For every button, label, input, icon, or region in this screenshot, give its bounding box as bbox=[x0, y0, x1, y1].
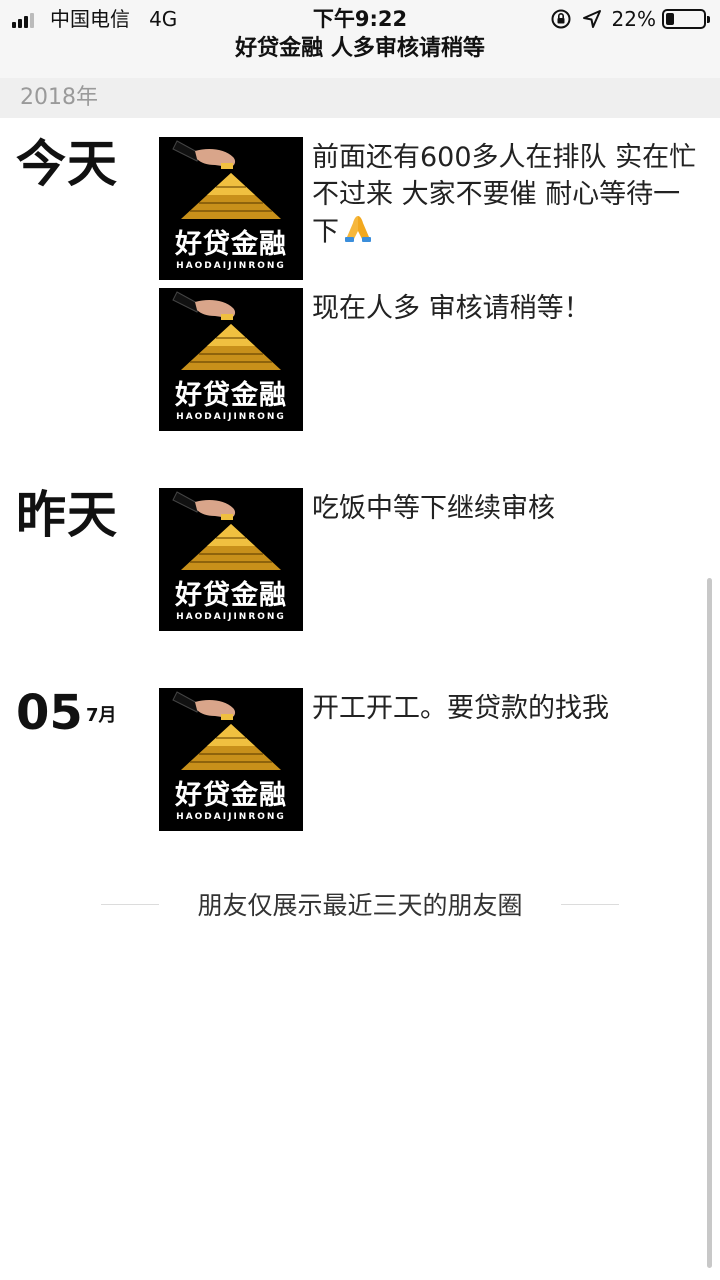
logo-cn-text: 好贷金融 bbox=[175, 229, 287, 260]
praying-hands-icon bbox=[341, 213, 375, 253]
divider-line-right bbox=[561, 904, 619, 905]
year-label: 2018年 bbox=[20, 85, 98, 110]
moments-feed: 今天 好贷金融 HAODAIJINRONG 前面还有600多人在排队 实在忙不过… bbox=[0, 118, 720, 869]
moment-post[interactable]: 好贷金融 HAODAIJINRONG 开工开工。要贷款的找我 bbox=[0, 688, 720, 831]
logo-en-text: HAODAIJINRONG bbox=[176, 812, 286, 822]
footer-text: 朋友仅展示最近三天的朋友圈 bbox=[197, 891, 523, 920]
day-group-jul-05: 05 7月 好贷金融 HAODAIJINRONG 开工开工。要贷款的找我 bbox=[0, 669, 720, 869]
logo-en-text: HAODAIJINRONG bbox=[176, 412, 286, 422]
post-text: 现在人多 审核请稍等！ bbox=[312, 293, 591, 324]
moment-post[interactable]: 好贷金融 HAODAIJINRONG 前面还有600多人在排队 实在忙不过来 大… bbox=[0, 137, 720, 280]
battery-icon bbox=[662, 9, 710, 29]
logo-cn-text: 好贷金融 bbox=[175, 780, 287, 811]
post-text: 吃饭中等下继续审核 bbox=[312, 493, 555, 524]
post-thumbnail[interactable]: 好贷金融 HAODAIJINRONG bbox=[159, 288, 303, 431]
moment-post[interactable]: 好贷金融 HAODAIJINRONG 吃饭中等下继续审核 bbox=[0, 488, 720, 631]
location-arrow-icon bbox=[582, 9, 602, 29]
logo-en-text: HAODAIJINRONG bbox=[176, 612, 286, 622]
battery-fill bbox=[666, 13, 674, 25]
day-group-yesterday: 昨天 好贷金融 HAODAIJINRONG 吃饭中等下继续审核 bbox=[0, 469, 720, 669]
page-title: 好贷金融 人多审核请稍等 bbox=[235, 36, 485, 61]
post-text: 开工开工。要贷款的找我 bbox=[312, 693, 609, 724]
status-right-group: 22% bbox=[550, 5, 710, 33]
post-thumbnail[interactable]: 好贷金融 HAODAIJINRONG bbox=[159, 137, 303, 280]
moment-post[interactable]: 好贷金融 HAODAIJINRONG 现在人多 审核请稍等！ bbox=[0, 288, 720, 431]
post-thumbnail[interactable]: 好贷金融 HAODAIJINRONG bbox=[159, 688, 303, 831]
day-group-today: 今天 好贷金融 HAODAIJINRONG 前面还有600多人在排队 实在忙不过… bbox=[0, 118, 720, 469]
post-thumbnail[interactable]: 好贷金融 HAODAIJINRONG bbox=[159, 488, 303, 631]
battery-percent: 22% bbox=[611, 7, 656, 31]
feed-end-notice: 朋友仅展示最近三天的朋友圈 bbox=[0, 888, 720, 924]
logo-cn-text: 好贷金融 bbox=[175, 380, 287, 411]
year-divider: 2018年 bbox=[0, 78, 720, 118]
logo-cn-text: 好贷金融 bbox=[175, 580, 287, 611]
post-text: 前面还有600多人在排队 实在忙不过来 大家不要催 耐心等待一下 bbox=[312, 139, 698, 253]
scrollbar[interactable] bbox=[707, 578, 712, 1268]
top-header: 中国电信 4G 下午9:22 22% 好贷金融 人多审核请稍等 bbox=[0, 0, 720, 78]
logo-en-text: HAODAIJINRONG bbox=[176, 261, 286, 271]
orientation-lock-icon bbox=[550, 8, 572, 30]
